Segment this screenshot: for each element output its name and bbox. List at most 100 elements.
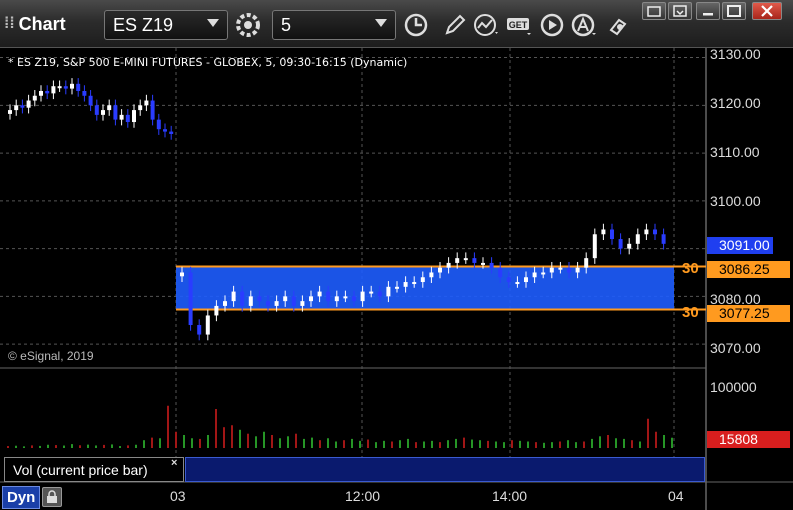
candle-body [352,296,356,302]
candle-body [326,291,331,302]
candle-body [455,258,460,263]
candle-body [334,296,339,302]
restore-icon [673,5,687,17]
candle-body [403,282,408,287]
candle-body [498,267,503,278]
link-button[interactable] [603,10,633,40]
candle-body [274,301,279,306]
candle-body [163,129,167,132]
candle-body [395,286,399,289]
app-title-label: Chart [18,13,66,34]
candle-body [45,90,50,94]
candle-body [257,296,262,302]
play-button[interactable] [537,10,567,40]
study-button[interactable] [472,10,502,40]
interval-selector[interactable]: 5 [272,10,396,40]
candle-body [653,229,657,235]
symbol-selector[interactable]: ES Z19 [104,10,228,40]
candle-body [567,267,571,273]
candle-body [14,105,19,111]
get-button[interactable]: GET [505,10,535,40]
study-chart-icon [474,14,498,36]
minimize-button[interactable] [696,2,720,20]
candle-body [601,229,606,235]
candle-body [57,86,62,89]
candle-body [283,296,288,302]
candle-body [169,131,174,134]
candle-body [515,282,520,285]
candle-body [266,301,270,306]
chart-legend: * ES Z19, S&P 500 E-MINI FUTURES - GLOBE… [8,56,408,69]
candle-body [558,267,563,270]
candle-body [661,234,666,244]
window-options-button[interactable] [642,2,666,20]
range-box [176,265,706,311]
candle-body [635,234,640,244]
candle-body [82,90,87,96]
close-panel-icon[interactable]: × [171,457,177,469]
chevron-down-icon[interactable] [375,19,387,27]
drag-grip-icon[interactable]: ⁞⁞ [4,15,15,33]
dynamic-mode-button[interactable]: Dyn [2,485,63,509]
candle-body [119,114,124,120]
candle-body [107,105,112,111]
alert-button[interactable] [570,10,600,40]
time-tick: 03 [170,488,186,504]
candle-body [524,277,528,283]
candle-body [506,277,511,283]
last-price-tag: 3091.00 [707,237,773,254]
maximize-button[interactable] [722,2,746,20]
candle-body [532,272,537,278]
symbol-value: ES Z19 [113,14,174,35]
price-tick: 3130.00 [710,46,761,62]
range-high-tag: 3086.25 [707,261,790,278]
candle-body [197,325,202,335]
close-button[interactable] [752,2,782,20]
candle-body [88,95,93,106]
candle-body [26,100,31,108]
restore-button[interactable] [668,2,692,20]
candle-body [132,110,136,123]
candle-body [369,291,374,294]
candle-body [291,296,296,306]
candle-body [51,86,56,94]
time-tick: 04 [668,488,684,504]
copyright-label: © eSignal, 2019 [8,349,94,363]
pencil-icon [445,14,466,35]
candle-body [610,229,614,240]
candle-body [549,267,554,273]
chevron-down-icon[interactable] [207,19,219,27]
candle-body [446,262,451,268]
time-button[interactable] [401,10,431,40]
candle-body [618,239,623,249]
price-chart[interactable] [0,48,793,510]
range-high-marker: 30 [682,260,699,277]
price-tick: 3070.00 [710,340,761,356]
draw-button[interactable] [440,10,470,40]
window-options-icon [647,6,661,17]
candle-body [94,105,99,115]
minimize-icon [703,13,713,16]
candle-body [76,83,81,91]
candle-body [101,110,105,115]
candle-body [8,110,12,114]
maximize-icon [727,5,741,17]
last-volume-tag: 15808 [707,431,790,448]
candle-body [343,296,348,299]
lock-icon[interactable] [42,487,63,507]
dynamic-mode-label: Dyn [2,485,41,509]
grid-lines [0,48,706,482]
settings-button[interactable] [233,10,263,40]
candle-body [70,83,74,89]
time-tick: 12:00 [345,488,381,504]
candle-body [429,272,434,278]
candle-body [156,119,161,130]
range-low-marker: 30 [682,304,699,321]
range-low-tag: 3077.25 [707,305,790,322]
candle-body [144,100,149,106]
candle-body [463,258,468,261]
volume-tick: 100000 [710,379,757,395]
link-icon [609,18,627,36]
candle-body [575,267,580,273]
interval-value: 5 [281,14,292,35]
